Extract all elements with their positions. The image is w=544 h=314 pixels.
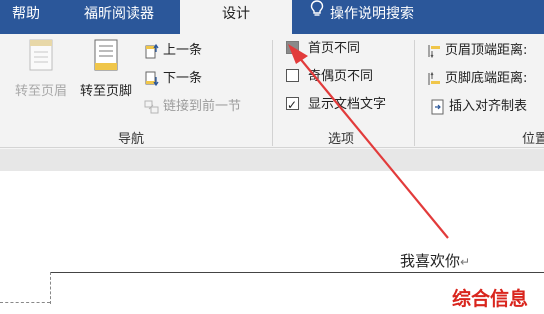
next-icon [145, 71, 159, 86]
different-odd-even-checkbox[interactable]: 奇偶页不同 [286, 66, 373, 88]
watermark-logo: 综合信息 [452, 288, 529, 310]
group-divider [414, 40, 415, 146]
lightbulb-icon [310, 0, 324, 28]
header-position-icon [428, 44, 440, 58]
previous-button[interactable]: 上一条 [144, 40, 202, 62]
footer-page-icon [94, 39, 118, 71]
insert-alignment-tab-button[interactable]: 插入对齐制表 [430, 96, 527, 118]
margin-guide [50, 272, 51, 304]
link-to-previous-button[interactable]: 链接到前一节 [144, 96, 241, 118]
navigation-group-label: 导航 [118, 132, 145, 147]
header-border-line [50, 272, 544, 273]
different-odd-even-label: 奇偶页不同 [308, 69, 374, 84]
show-document-text-label: 显示文档文字 [308, 97, 387, 112]
goto-footer-button[interactable]: 转至页脚 [74, 38, 138, 99]
goto-header-label: 转至页眉 [14, 84, 67, 99]
header-text[interactable]: 我喜欢你↵ [400, 250, 470, 271]
previous-label: 上一条 [163, 43, 203, 58]
header-from-top-label: 页眉顶端距离: [445, 43, 528, 58]
checkbox-box: ✓ [286, 97, 299, 112]
link-icon [144, 100, 159, 113]
header-text-content: 我喜欢你 [400, 252, 461, 270]
document-gap [0, 149, 544, 171]
margin-guide [0, 302, 50, 303]
next-label: 下一条 [163, 71, 203, 86]
insert-alignment-tab-label: 插入对齐制表 [449, 99, 528, 114]
tab-tell-me-search[interactable]: 操作说明搜索 [310, 0, 414, 34]
tab-design[interactable]: 设计 [180, 0, 292, 34]
footer-from-bottom-label: 页脚底端距离: [445, 71, 528, 86]
link-to-previous-label: 链接到前一节 [163, 99, 242, 114]
paragraph-mark-icon: ↵ [460, 255, 471, 269]
goto-footer-label: 转至页脚 [79, 84, 132, 99]
different-first-page-label: 首页不同 [308, 41, 361, 56]
alignment-tab-icon [431, 99, 444, 114]
footer-from-bottom-control[interactable]: 页脚底端距离: [426, 68, 527, 90]
footer-position-icon [428, 71, 440, 85]
position-group-label: 位置 [522, 132, 544, 147]
next-button[interactable]: 下一条 [144, 68, 202, 90]
options-group-label: 选项 [328, 132, 355, 147]
tell-me-label: 操作说明搜索 [330, 6, 414, 22]
goto-header-button[interactable]: 转至页眉 [6, 38, 76, 99]
ribbon-tab-bar: 帮助 福昕阅读器 设计 操作说明搜索 [0, 0, 544, 34]
ribbon-design: 转至页眉 转至页脚 上一条 下一条 链接到前一节 导航 首页不同 奇偶页不同 ✓… [0, 34, 544, 148]
group-divider [272, 40, 273, 146]
tab-help[interactable]: 帮助 [12, 0, 40, 34]
previous-icon [145, 43, 159, 58]
header-from-top-control[interactable]: 页眉顶端距离: [426, 40, 527, 62]
header-page-icon [29, 39, 53, 71]
tab-foxit-reader[interactable]: 福昕阅读器 [84, 0, 154, 34]
checkbox-box [286, 69, 299, 82]
checkmark-icon: ✓ [287, 98, 298, 112]
different-first-page-checkbox[interactable]: 首页不同 [286, 38, 360, 60]
checkbox-box [286, 41, 299, 54]
show-document-text-checkbox[interactable]: ✓ 显示文档文字 [286, 94, 386, 116]
